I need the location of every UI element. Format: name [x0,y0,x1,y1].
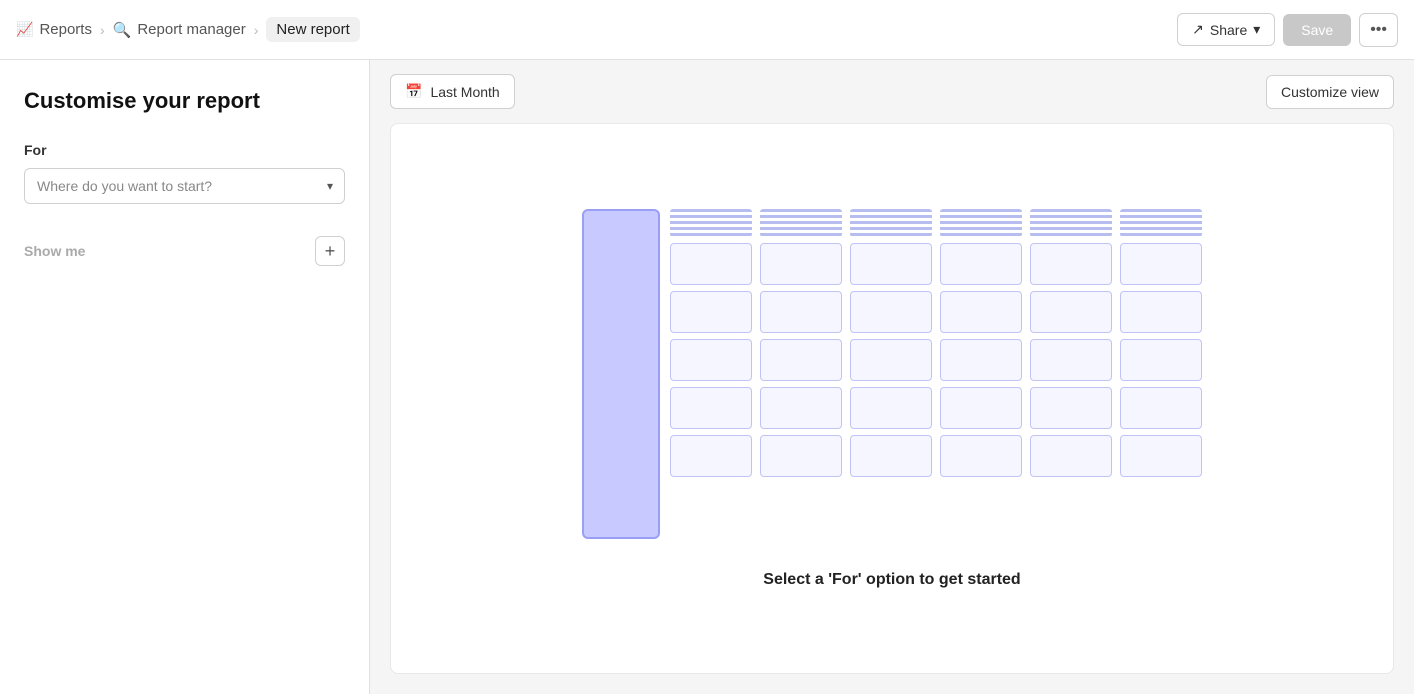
skeleton-header-3 [850,209,932,237]
skeleton-row-3 [670,339,1202,381]
skeleton-header-5 [1030,209,1112,237]
skeleton-cell-5-1 [670,435,752,477]
table-skeleton [582,209,1202,539]
skeleton-cell-5-4 [940,435,1022,477]
skeleton-row-5 [670,435,1202,477]
show-me-row: Show me + [24,236,345,266]
manager-icon: 🔍 [113,21,132,39]
reports-icon: 📈 [16,21,33,38]
share-dropdown-icon: ▾ [1253,21,1260,38]
breadcrumb-new-report[interactable]: New report [266,17,359,42]
skeleton-row-1 [670,243,1202,285]
skeleton-cell-4-3 [850,387,932,429]
save-button[interactable]: Save [1283,14,1351,46]
customize-view-button[interactable]: Customize view [1266,75,1394,109]
main-layout: Customise your report For Where do you w… [0,60,1414,694]
skeleton-cell-2-6 [1120,291,1202,333]
sidebar: Customise your report For Where do you w… [0,60,370,694]
header-actions: ↗ Share ▾ Save ••• [1177,13,1398,47]
skeleton-row-4 [670,387,1202,429]
breadcrumb-reports[interactable]: 📈 Reports [16,21,92,38]
show-me-label: Show me [24,243,85,259]
skeleton-cell-2-5 [1030,291,1112,333]
for-select[interactable]: Where do you want to start? [24,168,345,204]
skeleton-cell-4-5 [1030,387,1112,429]
skeleton-cell-5-3 [850,435,932,477]
reports-label: Reports [39,21,92,38]
skeleton-cell-3-1 [670,339,752,381]
skeleton-cell-3-6 [1120,339,1202,381]
skeleton-cell-3-4 [940,339,1022,381]
skeleton-cell-1-6 [1120,243,1202,285]
skeleton-header-6 [1120,209,1202,237]
empty-state-text: Select a 'For' option to get started [763,571,1020,589]
skeleton-cell-2-2 [760,291,842,333]
skeleton-cell-2-3 [850,291,932,333]
breadcrumb-report-manager[interactable]: 🔍 Report manager [113,21,246,39]
skeleton-cell-2-4 [940,291,1022,333]
breadcrumb-sep-2: › [254,22,259,38]
skeleton-header-4 [940,209,1022,237]
app-header: 📈 Reports › 🔍 Report manager › New repor… [0,0,1414,60]
new-report-label: New report [276,21,349,38]
sidebar-title: Customise your report [24,88,345,114]
skeleton-cell-4-4 [940,387,1022,429]
skeleton-cell-4-6 [1120,387,1202,429]
share-label: Share [1210,22,1247,38]
skeleton-cell-5-5 [1030,435,1112,477]
add-show-me-button[interactable]: + [315,236,345,266]
skeleton-cell-1-2 [760,243,842,285]
skeleton-cell-3-5 [1030,339,1112,381]
skeleton-cell-5-2 [760,435,842,477]
skeleton-cell-3-3 [850,339,932,381]
skeleton-header-1 [670,209,752,237]
share-button[interactable]: ↗ Share ▾ [1177,13,1275,46]
share-icon: ↗ [1192,21,1204,38]
skeleton-cell-1-5 [1030,243,1112,285]
skeleton-cell-1-3 [850,243,932,285]
report-manager-label: Report manager [137,21,245,38]
skeleton-header-2 [760,209,842,237]
more-button[interactable]: ••• [1359,13,1398,47]
skeleton-cell-1-4 [940,243,1022,285]
more-icon: ••• [1370,21,1387,38]
preview-card: Select a 'For' option to get started [390,123,1394,674]
skeleton-row-2 [670,291,1202,333]
skeleton-cell-4-2 [760,387,842,429]
skeleton-cell-5-6 [1120,435,1202,477]
breadcrumb: 📈 Reports › 🔍 Report manager › New repor… [16,17,360,42]
date-filter-button[interactable]: 📅 Last Month [390,74,515,109]
skeleton-cell-4-1 [670,387,752,429]
skeleton-cell-3-2 [760,339,842,381]
skeleton-first-col [582,209,660,539]
content-toolbar: 📅 Last Month Customize view [370,60,1414,123]
skeleton-cell-1-1 [670,243,752,285]
skeleton-cell-2-1 [670,291,752,333]
for-label: For [24,142,345,158]
plus-icon: + [325,241,336,262]
for-select-wrapper[interactable]: Where do you want to start? ▾ [24,168,345,204]
calendar-icon: 📅 [405,83,422,100]
breadcrumb-sep-1: › [100,22,105,38]
skeleton-rest-cols [670,209,1202,539]
date-label: Last Month [430,84,499,100]
content-area: 📅 Last Month Customize view [370,60,1414,694]
skeleton-header-row [670,209,1202,237]
